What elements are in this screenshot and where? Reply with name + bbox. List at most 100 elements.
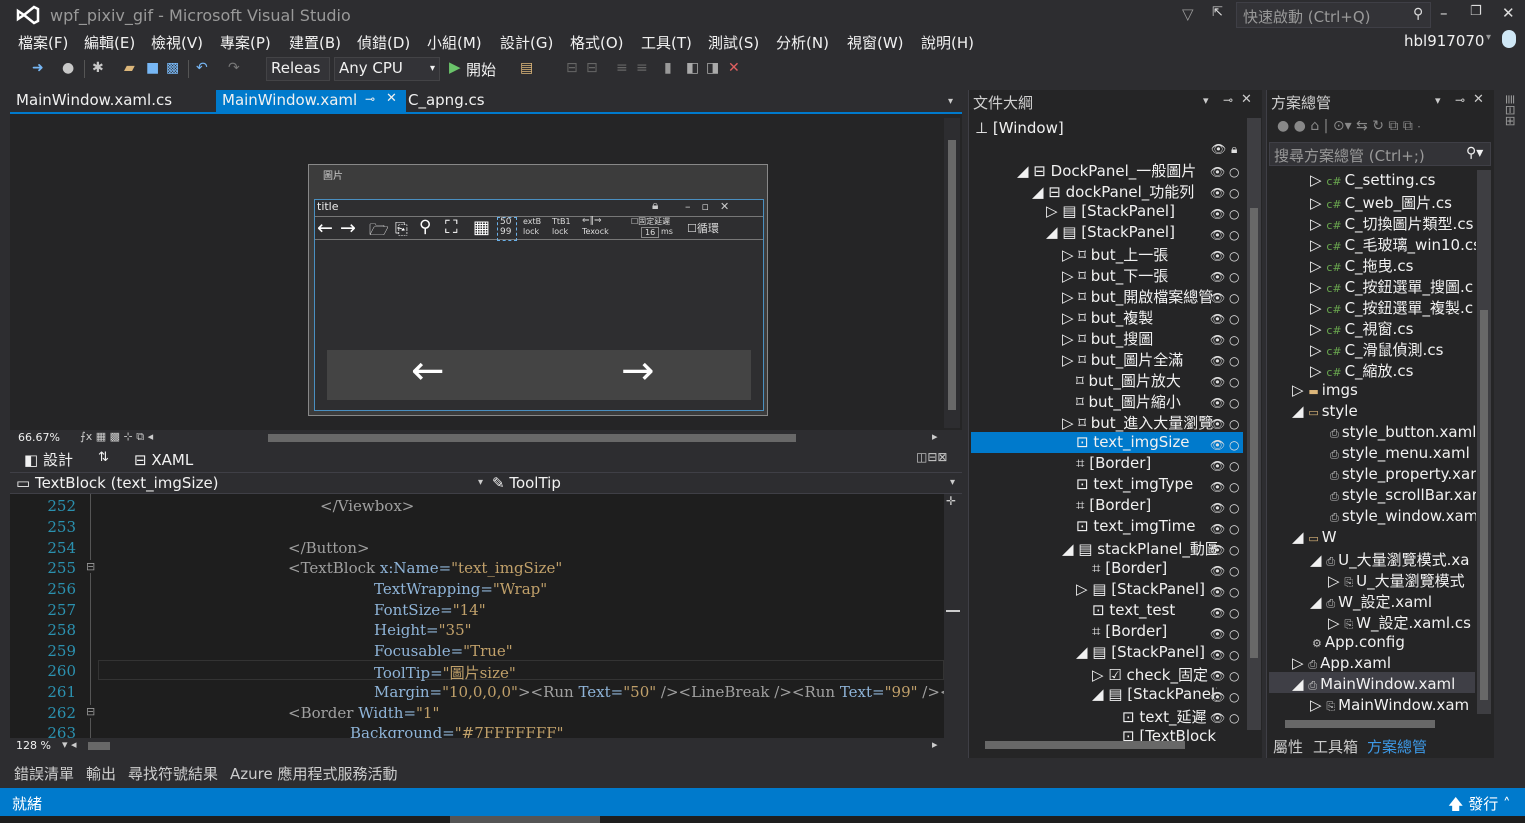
eye-icon[interactable]: 👁︎ ○ xyxy=(1210,501,1240,515)
eye-icon[interactable]: 👁︎ ○ xyxy=(1210,312,1240,326)
eye-icon[interactable]: 👁︎ ○ xyxy=(1210,522,1240,536)
menu-debug[interactable]: 偵錯(D) xyxy=(357,32,410,53)
eye-icon[interactable]: 👁︎ ○ xyxy=(1210,459,1240,473)
clear-bookmarks-icon[interactable]: ✕ xyxy=(728,60,740,76)
solution-item[interactable]: ▷ ⎘ W_設定.xaml.cs xyxy=(1328,612,1476,633)
swap-icon[interactable]: ⇅ xyxy=(98,450,109,465)
tab-c-apng-cs[interactable]: C_apng.cs xyxy=(402,90,491,112)
zoom-icon[interactable]: ⚲ xyxy=(419,217,431,237)
tab-output[interactable]: 輸出 xyxy=(86,763,116,784)
solution-item[interactable]: ▷ c# C_拖曳.cs xyxy=(1310,255,1476,276)
pin-icon[interactable]: ⊸ xyxy=(1455,93,1465,107)
outline-vscroll[interactable] xyxy=(1247,118,1261,730)
next-bookmark-icon[interactable]: ◨ xyxy=(706,60,719,76)
menu-edit[interactable]: 編輯(E) xyxy=(84,32,135,53)
eye-icon[interactable]: 👁︎ ○ xyxy=(1210,417,1240,431)
save-icon[interactable]: ■ xyxy=(146,60,159,76)
outline-item[interactable]: ▷ ⌑ but_下一張 xyxy=(1062,265,1217,286)
quick-launch-box[interactable]: 快速啟動 (Ctrl+Q) ⚲ xyxy=(1236,2,1431,28)
bookmark-icon[interactable]: ▮ xyxy=(664,60,672,76)
eye-icon[interactable]: 👁︎ ○ xyxy=(1210,648,1240,662)
new-project-icon[interactable]: ✱ xyxy=(92,60,104,76)
tab-solution-explorer[interactable]: 方案總管 xyxy=(1365,734,1430,761)
tab-properties[interactable]: 屬性 xyxy=(1273,736,1303,757)
quick-launch-input[interactable]: 快速啟動 (Ctrl+Q) xyxy=(1243,6,1371,27)
eye-icon[interactable]: 👁︎ ○ xyxy=(1210,543,1240,557)
delay-input[interactable]: 16 xyxy=(641,227,660,238)
next-arrow-icon[interactable]: → xyxy=(340,217,356,239)
close-panel-icon[interactable]: ✕ xyxy=(1473,92,1484,107)
outline-item[interactable]: ⊡ text_延遲 xyxy=(1122,706,1217,727)
designer-vscroll[interactable] xyxy=(944,118,960,428)
menu-format[interactable]: 格式(O) xyxy=(570,32,624,53)
outline-item[interactable]: ▷ ⌑ but_開啟檔案總管 xyxy=(1062,286,1217,307)
outline-item[interactable]: ◢ ▤ stackPlanel_動圖 xyxy=(1062,538,1217,559)
search-icon[interactable]: ⚲ xyxy=(1413,6,1423,22)
outline-item-selected[interactable]: ⊡ text_imgSize xyxy=(1076,433,1217,454)
pin-icon[interactable]: ⊸ xyxy=(1223,93,1233,107)
close-panel-icon[interactable]: ✕ xyxy=(1241,92,1252,107)
search-icon[interactable]: ⚲▾ xyxy=(1466,145,1483,161)
eye-icon[interactable]: 👁︎ ○ xyxy=(1210,333,1240,347)
indent-icon[interactable]: ≡ xyxy=(616,60,628,76)
collapse-icon[interactable]: ⊟ xyxy=(86,705,96,718)
outline-item[interactable]: ⌗ [Border] xyxy=(1076,454,1217,475)
save-all-icon[interactable]: ▩ xyxy=(166,60,179,76)
outline-item[interactable]: ⌗ [Border] xyxy=(1076,496,1217,517)
eye-icon[interactable]: 👁︎ ○ xyxy=(1210,480,1240,494)
close-tab-icon[interactable]: ✕ xyxy=(386,91,397,106)
tab-mainwindow-xaml-cs[interactable]: MainWindow.xaml.cs xyxy=(10,90,178,112)
collapse-icon[interactable]: ⊟ xyxy=(86,560,96,573)
outline-item[interactable]: ◢ ▤ [StackPanel] xyxy=(1046,223,1217,244)
tab-error-list[interactable]: 錯誤清單 xyxy=(14,763,74,784)
menu-window[interactable]: 視窗(W) xyxy=(847,32,904,53)
solution-item[interactable]: ▷ c# C_縮放.cs xyxy=(1310,360,1476,381)
eye-icon[interactable]: 👁︎ ○ xyxy=(1210,627,1240,641)
feedback-icon[interactable]: ⇱ xyxy=(1212,5,1223,20)
eye-icon[interactable]: 👁︎ ○ xyxy=(1210,291,1240,305)
folder-icon[interactable]: 🗁 xyxy=(369,219,389,246)
outline-item[interactable]: ⌑ but_圖片縮小 xyxy=(1076,391,1217,412)
nav-element-combo[interactable]: ▭ TextBlock (text_imgSize) xyxy=(16,474,219,492)
eye-icon[interactable]: 👁︎ ○ xyxy=(1210,711,1240,725)
copy-icon[interactable]: ⎘ xyxy=(395,219,408,239)
outline-item[interactable]: ⊡ text_test xyxy=(1092,601,1217,622)
solution-item[interactable]: ▷ c# C_按鈕選單_搜圖.c xyxy=(1310,276,1476,297)
solution-search-box[interactable]: 搜尋方案總管 (Ctrl+;) ⚲▾ xyxy=(1269,142,1491,166)
split-layout-icons[interactable]: ◫⊟⊠ xyxy=(916,450,947,464)
eye-icon[interactable]: 👁︎ ○ xyxy=(1210,606,1240,620)
solution-folder[interactable]: ◢ ▭ W xyxy=(1292,528,1476,549)
grid-icon[interactable]: ▦ xyxy=(473,217,490,238)
outline-item[interactable]: ⌗ [Border] xyxy=(1092,559,1217,580)
solution-folder[interactable]: ◢ ▭ style xyxy=(1292,402,1476,423)
solution-item[interactable]: ◢ ⎙ U_大量瀏覽模式.xa xyxy=(1310,549,1476,570)
outline-item[interactable]: ▷ ☑ check_固定 xyxy=(1092,664,1217,685)
outline-item[interactable]: ▷ ⌑ but_上一張 xyxy=(1062,244,1217,265)
eye-icon[interactable]: 👁︎ ○ xyxy=(1210,396,1240,410)
menu-project[interactable]: 專案(P) xyxy=(220,32,271,53)
menu-file[interactable]: 檔案(F) xyxy=(18,32,68,53)
play-controls-icon[interactable]: ⇐∥⇒ xyxy=(582,216,602,226)
outline-item[interactable]: ⊡ [TextBlock xyxy=(1122,727,1217,741)
solution-folder[interactable]: ▷ ▬ imgs xyxy=(1292,381,1476,402)
outline-item[interactable]: ◢ ▤ [StackPanel] xyxy=(1092,685,1217,706)
solution-item[interactable]: ⎙ style_button.xaml xyxy=(1330,423,1476,444)
outline-item[interactable]: ◢ ⊟ dockPanel_功能列 xyxy=(1032,181,1217,202)
menu-help[interactable]: 說明(H) xyxy=(921,32,974,53)
solution-item[interactable]: ⚙ App.config xyxy=(1312,633,1476,654)
eye-icon[interactable]: 👁︎ ○ xyxy=(1210,354,1240,368)
solution-item[interactable]: ▷ c# C_setting.cs xyxy=(1310,171,1476,192)
solution-item[interactable]: ▷ ⎙ App.xaml xyxy=(1292,654,1476,675)
comment-icon[interactable]: ⊟ xyxy=(566,60,578,76)
pin-icon[interactable]: ⊸ xyxy=(365,92,375,106)
platform-combo[interactable]: Any CPU ▾ xyxy=(334,57,440,81)
menu-design[interactable]: 設計(G) xyxy=(500,32,553,53)
outline-item[interactable]: ▷ ▤ [StackPanel] xyxy=(1076,580,1217,601)
loop-checkbox[interactable]: ☐循環 xyxy=(687,220,719,236)
fixed-delay-checkbox[interactable]: ☐固定延遲 xyxy=(631,216,670,227)
tab-mainwindow-xaml[interactable]: MainWindow.xaml ⊸ ✕ xyxy=(216,90,406,112)
solution-item[interactable]: ⎙ style_window.xam xyxy=(1330,507,1476,528)
menu-analyze[interactable]: 分析(N) xyxy=(776,32,829,53)
start-icon[interactable]: ▶ xyxy=(449,58,461,76)
eye-icon[interactable]: 👁︎ ○ xyxy=(1210,249,1240,263)
